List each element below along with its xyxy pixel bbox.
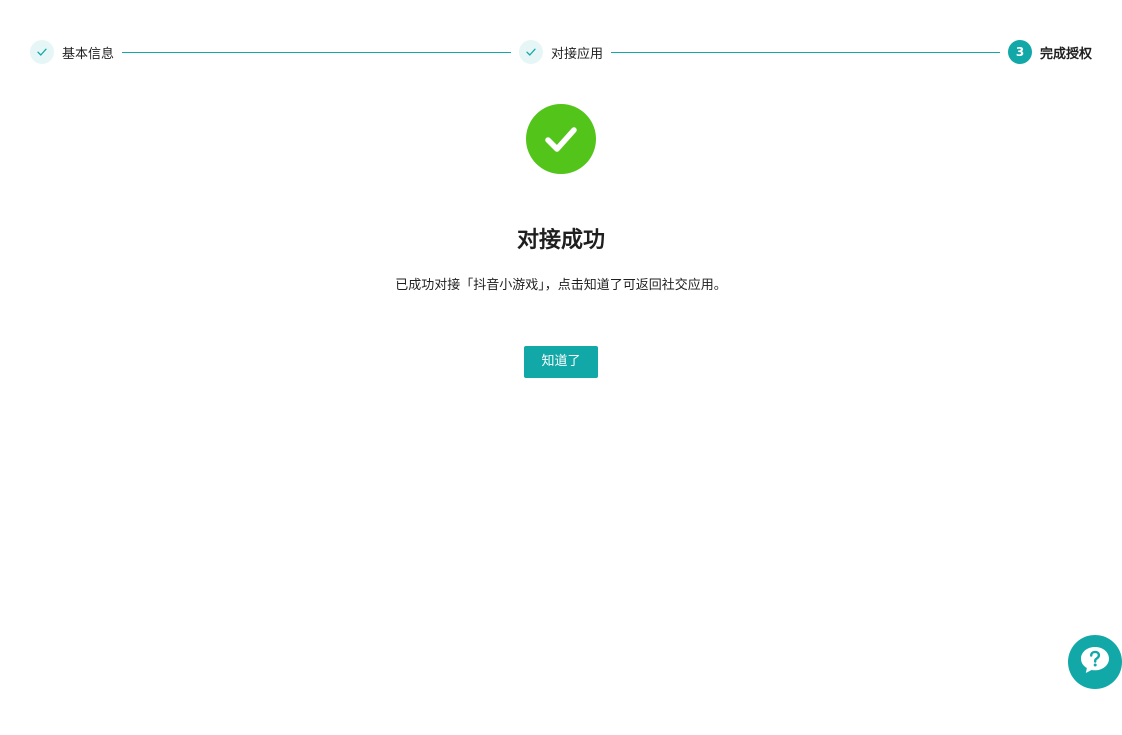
step-connector xyxy=(611,51,1000,53)
question-icon xyxy=(1079,645,1111,679)
step-label: 完成授权 xyxy=(1040,46,1093,62)
step-connector xyxy=(122,51,511,53)
result-description: 已成功对接「抖音小游戏」，点击知道了可返回社交应用。 xyxy=(395,278,727,293)
step-basic-info: 基本信息 xyxy=(30,40,114,64)
step-done-check-icon xyxy=(519,40,543,64)
help-button[interactable] xyxy=(1068,635,1122,689)
step-label: 基本信息 xyxy=(62,46,115,62)
step-done-check-icon xyxy=(30,40,54,64)
result-panel: 对接成功 已成功对接「抖音小游戏」，点击知道了可返回社交应用。 知道了 xyxy=(0,104,1122,378)
step-complete-auth: 3 完成授权 xyxy=(1008,40,1092,64)
check-circle-icon xyxy=(526,104,596,174)
step-connect-app: 对接应用 xyxy=(519,40,603,64)
steps-progress: 基本信息 对接应用 3 完成授权 xyxy=(30,40,1092,64)
step-label: 对接应用 xyxy=(551,46,604,62)
acknowledge-button[interactable]: 知道了 xyxy=(524,346,598,378)
result-title: 对接成功 xyxy=(516,228,605,253)
step-number: 3 xyxy=(1008,40,1032,64)
